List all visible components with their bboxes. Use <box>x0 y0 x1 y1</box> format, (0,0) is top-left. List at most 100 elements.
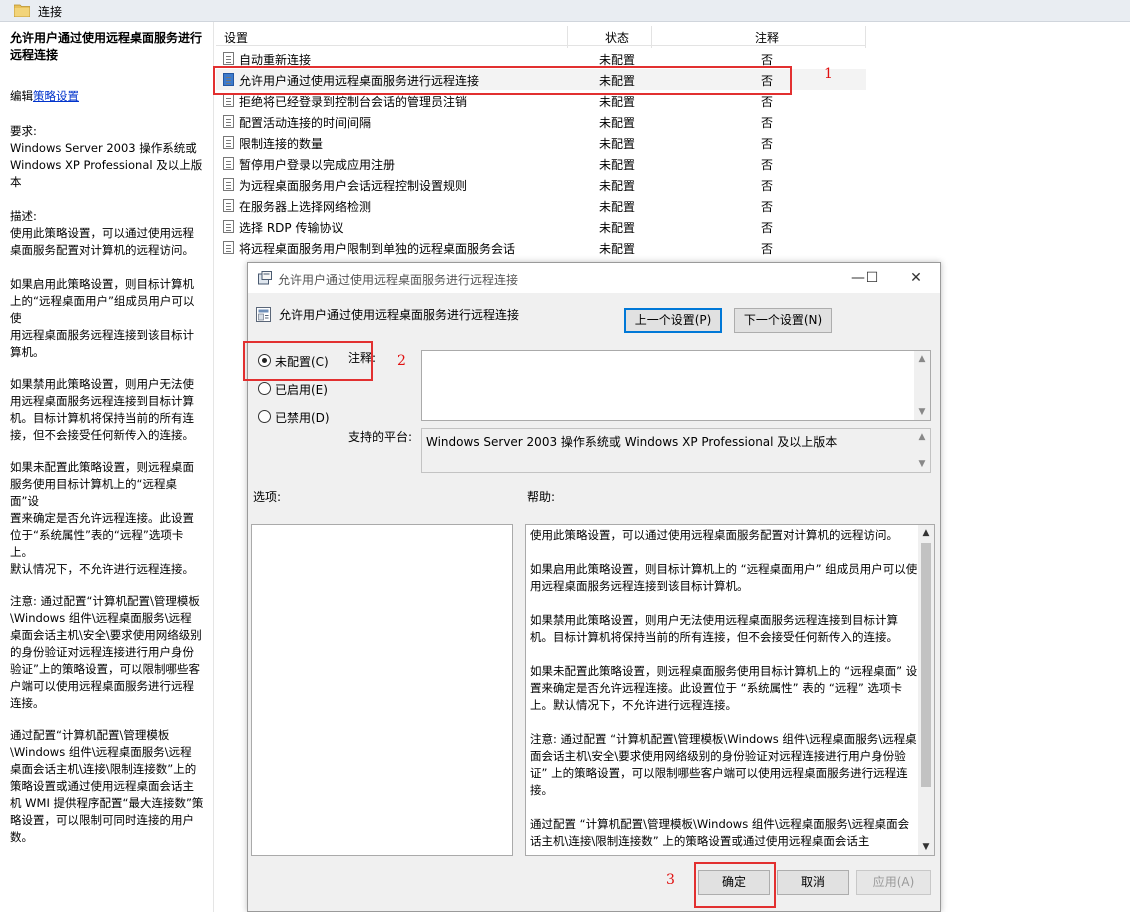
help-paragraph: 如果启用此策略设置，则目标计算机上的 “远程桌面用户” 组成员用户可以使用远程桌… <box>530 562 918 593</box>
list-item-note: 否 <box>761 242 774 256</box>
policy-window-icon <box>258 271 272 285</box>
policy-list: 设置 状态 注释 自动重新连接 未配置 否 允许用户通过使用远程桌面服务进行远程… <box>216 22 1130 262</box>
radio-enabled-label: 已启用(E) <box>275 383 328 397</box>
comment-textarea[interactable]: ▲ ▼ <box>421 350 931 421</box>
options-panel <box>251 524 513 856</box>
breadcrumb-bar: 连接 <box>0 0 1130 22</box>
list-item[interactable]: 配置活动连接的时间间隔 未配置 否 <box>216 111 866 132</box>
policy-setting-icon <box>223 52 234 65</box>
policy-setting-icon <box>223 178 234 191</box>
apply-button[interactable]: 应用(A) <box>856 870 931 895</box>
policy-title: 允许用户通过使用远程桌面服务进行远程连接 <box>10 31 203 62</box>
dialog-heading: 允许用户通过使用远程桌面服务进行远程连接 <box>279 308 520 322</box>
scroll-down-icon[interactable]: ▼ <box>914 456 930 472</box>
edit-policy-line: 编辑策略设置 <box>10 88 205 105</box>
list-item[interactable]: 在服务器上选择网络检测 未配置 否 <box>216 195 866 216</box>
platform-label: 支持的平台: <box>348 430 413 444</box>
list-item-name: 限制连接的数量 <box>239 137 324 151</box>
list-item-note: 否 <box>761 116 774 130</box>
policy-setting-icon <box>223 199 234 212</box>
edit-policy-link[interactable]: 策略设置 <box>33 89 79 103</box>
list-item-note: 否 <box>761 200 774 214</box>
dialog-titlebar[interactable]: 允许用户通过使用远程桌面服务进行远程连接 — ☐ ✕ <box>248 263 940 293</box>
list-item-state: 未配置 <box>599 95 636 109</box>
list-item[interactable]: 为远程桌面服务用户会话远程控制设置规则 未配置 否 <box>216 174 866 195</box>
platform-field: Windows Server 2003 操作系统或 Windows XP Pro… <box>421 428 931 473</box>
list-item-name: 选择 RDP 传输协议 <box>239 221 344 235</box>
desc-disabled: 如果禁用此策略设置，则用户无法使 用远程桌面服务远程连接到目标计算 机。目标计算… <box>10 377 194 442</box>
highlight-box-ok-button <box>694 862 776 908</box>
policy-setting-icon <box>223 115 234 128</box>
scroll-up-icon[interactable]: ▲ <box>918 525 934 541</box>
scroll-down-icon[interactable]: ▼ <box>918 839 934 855</box>
radio-unselected-icon <box>258 410 271 423</box>
help-scrollbar[interactable]: ▲ ▼ <box>918 525 934 855</box>
list-item-note: 否 <box>761 179 774 193</box>
edit-prefix: 编辑 <box>10 89 33 103</box>
list-item-note: 否 <box>761 221 774 235</box>
description-text: 使用此策略设置，可以通过使用远程 桌面服务配置对计算机的远程访问。 <box>10 226 194 257</box>
column-note[interactable]: 注释 <box>755 29 779 46</box>
list-item-note: 否 <box>761 137 774 151</box>
policy-setting-large-icon <box>256 307 271 322</box>
column-setting[interactable]: 设置 <box>224 29 248 46</box>
help-panel: 使用此策略设置，可以通过使用远程桌面服务配置对计算机的远程访问。 如果启用此策略… <box>525 524 935 856</box>
radio-disabled-label: 已禁用(D) <box>275 411 330 425</box>
list-header: 设置 状态 注释 <box>216 26 866 48</box>
annotation-number-1: 1 <box>824 66 833 82</box>
list-item-name: 配置活动连接的时间间隔 <box>239 116 372 130</box>
help-scroll-thumb[interactable] <box>921 543 931 787</box>
policy-setting-icon <box>223 136 234 149</box>
requirements-label: 要求: <box>10 124 37 138</box>
list-item-state: 未配置 <box>599 221 636 235</box>
desc-not-configured: 如果未配置此策略设置，则远程桌面 服务使用目标计算机上的“远程桌面”设 置来确定… <box>10 460 194 576</box>
list-item-state: 未配置 <box>599 242 636 256</box>
previous-setting-button[interactable]: 上一个设置(P) <box>624 308 722 333</box>
list-item-name: 拒绝将已经登录到控制台会话的管理员注销 <box>239 95 468 109</box>
list-item[interactable]: 限制连接的数量 未配置 否 <box>216 132 866 153</box>
highlight-box-selected-policy <box>213 66 792 95</box>
help-paragraph: 使用此策略设置，可以通过使用远程桌面服务配置对计算机的远程访问。 <box>530 528 898 542</box>
help-text: 使用此策略设置，可以通过使用远程桌面服务配置对计算机的远程访问。 如果启用此策略… <box>530 527 918 855</box>
help-paragraph: 注意: 通过配置 “计算机配置\管理模板\Windows 组件\远程桌面服务\远… <box>530 732 917 797</box>
list-item-name: 为远程桌面服务用户会话远程控制设置规则 <box>239 179 468 193</box>
list-item-note: 否 <box>761 158 774 172</box>
list-item-state: 未配置 <box>599 179 636 193</box>
requirements-text: Windows Server 2003 操作系统或 Windows XP Pro… <box>10 141 203 189</box>
list-item[interactable]: 选择 RDP 传输协议 未配置 否 <box>216 216 866 237</box>
next-setting-button[interactable]: 下一个设置(N) <box>734 308 832 333</box>
list-item[interactable]: 将远程桌面服务用户限制到单独的远程桌面服务会话 未配置 否 <box>216 237 866 258</box>
breadcrumb-title: 连接 <box>38 5 63 19</box>
annotation-number-3: 3 <box>666 872 675 888</box>
desc-limit: 通过配置“计算机配置\管理模板 \Windows 组件\远程桌面服务\远程 桌面… <box>10 728 204 844</box>
scroll-up-icon[interactable]: ▲ <box>914 429 930 445</box>
highlight-box-not-configured <box>243 341 373 381</box>
desc-enabled: 如果启用此策略设置，则目标计算机 上的“远程桌面用户”组成员用户可以使 用远程桌… <box>10 277 195 359</box>
list-item[interactable]: 暂停用户登录以完成应用注册 未配置 否 <box>216 153 866 174</box>
comment-scrollbar[interactable]: ▲ ▼ <box>914 351 930 420</box>
desc-note: 注意: 通过配置“计算机配置\管理模板 \Windows 组件\远程桌面服务\远… <box>10 594 202 710</box>
help-paragraph: 通过配置 “计算机配置\管理模板\Windows 组件\远程桌面服务\远程桌面会… <box>530 817 910 848</box>
policy-setting-icon <box>223 157 234 170</box>
close-icon[interactable]: ✕ <box>902 267 930 289</box>
list-item-note: 否 <box>761 95 774 109</box>
dialog-title: 允许用户通过使用远程桌面服务进行远程连接 <box>278 273 519 287</box>
radio-unselected-icon <box>258 382 271 395</box>
description-pane: 允许用户通过使用远程桌面服务进行远程连接 编辑策略设置 要求: Windows … <box>0 22 214 912</box>
list-item-name: 暂停用户登录以完成应用注册 <box>239 158 396 172</box>
maximize-icon[interactable]: ☐ <box>858 267 886 289</box>
help-paragraph: 如果禁用此策略设置，则用户无法使用远程桌面服务远程连接到目标计算机。目标计算机将… <box>530 613 898 644</box>
cancel-button[interactable]: 取消 <box>777 870 849 895</box>
list-item-state: 未配置 <box>599 200 636 214</box>
platform-scrollbar[interactable]: ▲ ▼ <box>914 429 930 472</box>
scroll-down-icon[interactable]: ▼ <box>914 404 930 420</box>
policy-setting-icon <box>223 94 234 107</box>
policy-setting-icon <box>223 241 234 254</box>
options-label: 选项: <box>253 490 282 504</box>
help-paragraph: 如果未配置此策略设置，则远程桌面服务使用目标计算机上的 “远程桌面” 设置来确定… <box>530 664 918 712</box>
help-label: 帮助: <box>527 490 556 504</box>
scroll-up-icon[interactable]: ▲ <box>914 351 930 367</box>
policy-setting-icon <box>223 220 234 233</box>
list-item-name: 将远程桌面服务用户限制到单独的远程桌面服务会话 <box>239 242 516 256</box>
column-state[interactable]: 状态 <box>605 29 629 46</box>
